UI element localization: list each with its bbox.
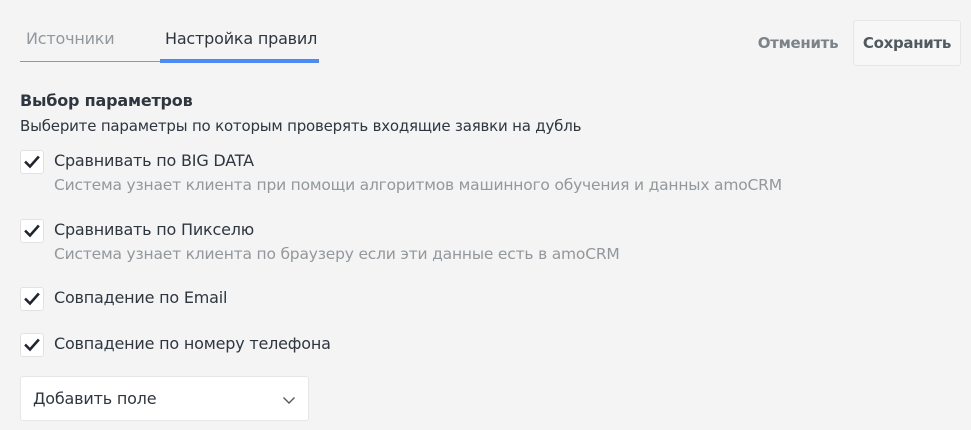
checkmark-icon	[24, 155, 40, 169]
big-data-checkbox[interactable]	[20, 150, 44, 174]
chevron-down-icon	[283, 397, 295, 404]
checkmark-icon	[24, 292, 40, 306]
option-label: Совпадение по номеру телефона	[54, 334, 331, 353]
option-hint: Система узнает клиента по браузеру если …	[54, 245, 620, 263]
option-label: Совпадение по Email	[54, 288, 228, 307]
section-title: Выбор параметров	[20, 91, 193, 110]
pixel-checkbox[interactable]	[20, 219, 44, 243]
add-field-label: Добавить поле	[33, 389, 157, 408]
checkmark-icon	[24, 338, 40, 352]
option-hint: Система узнает клиента при помощи алгори…	[54, 176, 782, 194]
email-checkbox[interactable]	[20, 287, 44, 311]
tab-bar: Источники Настройка правил	[20, 22, 319, 63]
checkmark-icon	[24, 224, 40, 238]
save-button[interactable]: Сохранить	[853, 20, 961, 66]
add-field-dropdown[interactable]: Добавить поле	[20, 376, 309, 421]
tab-sources[interactable]: Источники	[26, 29, 115, 49]
section-description: Выберите параметры по которым проверять …	[20, 117, 582, 135]
rules-settings-page: Источники Настройка правил Отменить Сохр…	[0, 0, 971, 430]
phone-checkbox[interactable]	[20, 333, 44, 357]
tab-rule-settings[interactable]: Настройка правил	[165, 29, 317, 49]
cancel-button[interactable]: Отменить	[752, 20, 844, 66]
active-tab-indicator	[160, 59, 319, 63]
option-label: Сравнивать по BIG DATA	[54, 151, 254, 170]
option-label: Сравнивать по Пикселю	[54, 220, 255, 239]
